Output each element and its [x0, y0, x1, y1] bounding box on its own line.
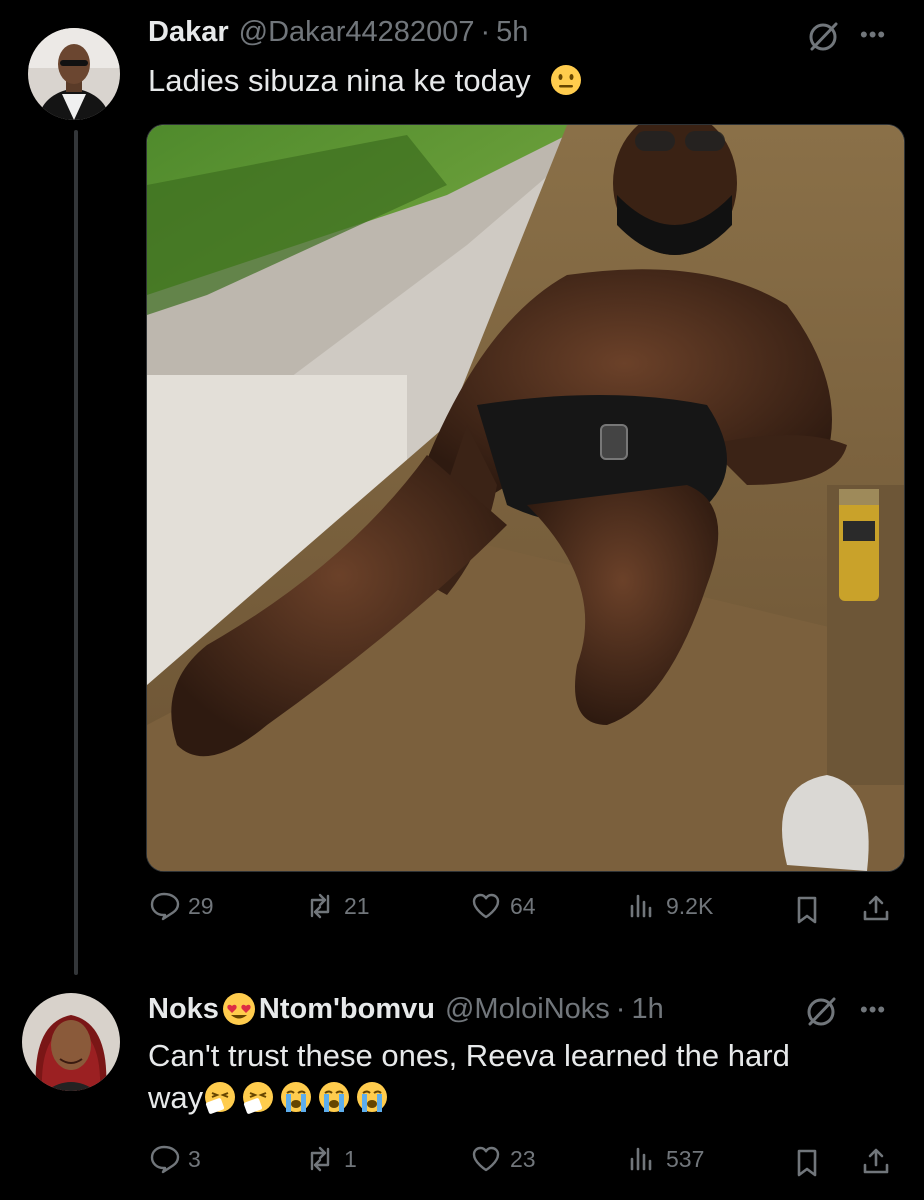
display-name[interactable]: Dakar [148, 16, 229, 49]
tweet-text: Can't trust these ones, Reeva learned th… [148, 1035, 908, 1119]
more-options-icon[interactable]: ••• [860, 22, 886, 48]
display-name-part1[interactable]: Noks [148, 993, 219, 1026]
like-count: 64 [510, 892, 536, 919]
crying-face-icon [355, 1080, 389, 1114]
display-name-part2[interactable]: Ntom'bomvu [259, 993, 435, 1026]
reply-button[interactable]: 29 [148, 890, 214, 922]
crying-face-icon [279, 1080, 313, 1114]
reply-count: 29 [188, 892, 214, 919]
tweet-text-line2: way [148, 1077, 908, 1119]
sneezing-face-icon [203, 1080, 237, 1114]
avatar-dakar[interactable] [28, 28, 120, 120]
views-button[interactable]: 9.2K [626, 890, 713, 922]
avatar-noks[interactable] [22, 993, 120, 1091]
timestamp[interactable]: 1h [631, 993, 663, 1026]
timestamp[interactable]: 5h [496, 16, 528, 49]
repost-count: 21 [344, 892, 370, 919]
grok-icon[interactable] [804, 995, 838, 1029]
repost-button[interactable]: 21 [304, 890, 370, 922]
reply-button[interactable]: 3 [148, 1143, 201, 1175]
tweet-header: Noks Ntom'bomvu @MoloiNoks · 1h [148, 991, 664, 1027]
like-button[interactable]: 23 [470, 1143, 536, 1175]
neutral-face-icon [549, 63, 583, 97]
bookmark-icon [797, 1149, 817, 1177]
reply-count: 3 [188, 1145, 201, 1172]
heart-eyes-face-icon [221, 991, 257, 1027]
bookmark-button[interactable] [791, 894, 823, 931]
username[interactable]: @MoloiNoks [445, 993, 610, 1026]
tweet-text-content: Ladies sibuza nina ke today [148, 63, 531, 98]
view-count: 537 [666, 1145, 705, 1172]
share-button[interactable] [860, 1145, 892, 1182]
separator-dot: · [480, 16, 491, 48]
reply-icon [150, 1145, 180, 1174]
analytics-icon [630, 894, 652, 918]
share-button[interactable] [860, 892, 892, 929]
like-button[interactable]: 64 [470, 890, 536, 922]
tweet-header: Dakar @Dakar44282007 · 5h [148, 16, 528, 49]
repost-icon [310, 1146, 330, 1172]
bookmark-icon [797, 896, 817, 924]
reply-icon [150, 892, 180, 921]
like-count: 23 [510, 1145, 536, 1172]
share-icon [863, 895, 889, 921]
tweet-text: Ladies sibuza nina ke today [148, 60, 587, 102]
tweet-text-line2-word: way [148, 1080, 204, 1115]
heart-icon [472, 893, 500, 919]
sneezing-face-icon [241, 1080, 275, 1114]
view-count: 9.2K [666, 892, 714, 919]
repost-icon [310, 893, 330, 919]
repost-button[interactable]: 1 [304, 1143, 357, 1175]
share-icon [863, 1148, 889, 1174]
tweet-action-bar: 29 21 64 9.2K [148, 890, 898, 930]
tweet-noks[interactable]: Noks Ntom'bomvu @MoloiNoks · 1h ••• Can'… [0, 975, 924, 1200]
repost-count: 1 [344, 1145, 357, 1172]
more-options-icon[interactable]: ••• [860, 997, 886, 1023]
tweet-photo[interactable] [146, 124, 905, 872]
analytics-icon [630, 1147, 652, 1171]
tweet-action-bar: 3 1 23 537 [148, 1143, 898, 1183]
crying-face-icon [317, 1080, 351, 1114]
views-button[interactable]: 537 [626, 1143, 704, 1175]
tweet-text-line1: Can't trust these ones, Reeva learned th… [148, 1038, 790, 1073]
bookmark-button[interactable] [791, 1147, 823, 1184]
tweet-dakar[interactable]: Dakar @Dakar44282007 · 5h ••• Ladies sib… [0, 0, 924, 975]
heart-icon [472, 1146, 500, 1172]
separator-dot: · [615, 992, 626, 1025]
username[interactable]: @Dakar44282007 [239, 16, 475, 49]
grok-icon[interactable] [806, 20, 840, 54]
